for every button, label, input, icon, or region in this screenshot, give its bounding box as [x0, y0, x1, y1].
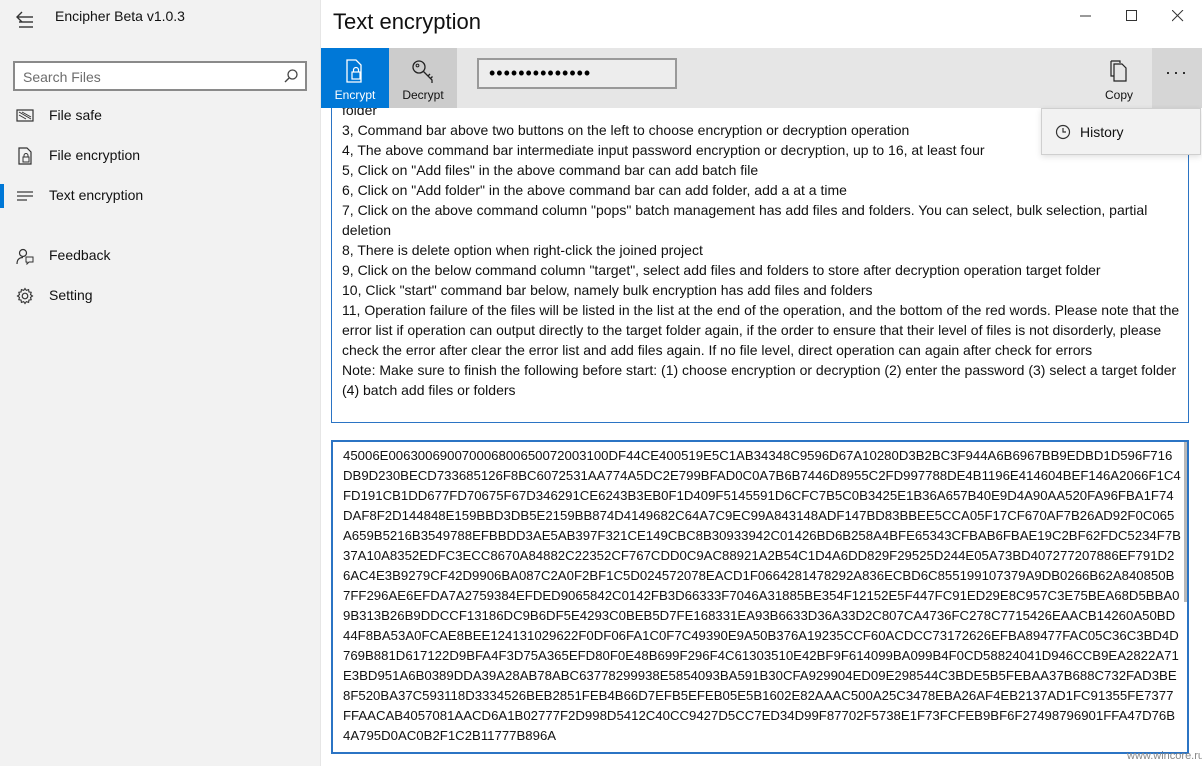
app-window: Encipher Beta v1.0.3 File safe: [0, 0, 1202, 766]
sidebar-item-label: Text encryption: [49, 187, 144, 203]
sidebar: Encipher Beta v1.0.3 File safe: [0, 0, 321, 766]
more-menu-flyout: History: [1041, 108, 1201, 155]
clock-icon: [1055, 124, 1071, 140]
sidebar-item-feedback[interactable]: Feedback: [0, 236, 321, 276]
text-line: 9, Click on the below command column "ta…: [342, 262, 1101, 278]
password-input[interactable]: [477, 58, 677, 89]
encrypt-label: Encrypt: [334, 88, 376, 102]
text-line: 7, Click on the above command column "po…: [342, 202, 1148, 238]
more-icon: ···: [1165, 62, 1189, 82]
scrollbar-thumb[interactable]: [1184, 442, 1187, 602]
decrypt-label: Decrypt: [402, 88, 444, 102]
sidebar-item-label: Feedback: [49, 247, 111, 263]
decrypt-button[interactable]: Decrypt: [389, 48, 457, 108]
maximize-icon: [1126, 10, 1137, 21]
copy-icon: [1106, 58, 1132, 84]
sidebar-item-file-safe[interactable]: File safe: [0, 96, 321, 136]
minimize-button[interactable]: [1063, 0, 1109, 32]
main-content: Text encryption Encrypt Decrypt ••••••••…: [321, 0, 1202, 766]
sidebar-item-label: Setting: [49, 287, 93, 303]
sidebar-item-file-encryption[interactable]: File encryption: [0, 136, 321, 176]
plaintext-input[interactable]: folder 3, Command bar above two buttons …: [331, 108, 1189, 423]
close-icon: [1172, 10, 1184, 22]
feedback-icon: [16, 247, 34, 266]
text-line: 6, Click on "Add folder" in the above co…: [342, 182, 847, 198]
watermark: www.wincore.ru: [1127, 750, 1202, 762]
encrypt-button[interactable]: Encrypt: [321, 48, 389, 108]
history-label: History: [1080, 124, 1124, 140]
sidebar-item-setting[interactable]: Setting: [0, 276, 321, 316]
close-button[interactable]: [1155, 0, 1201, 32]
gear-icon: [16, 287, 34, 305]
minimize-icon: [1080, 15, 1091, 17]
file-lock-icon: [16, 147, 34, 165]
safe-icon: [16, 107, 34, 125]
search-input[interactable]: [23, 67, 273, 87]
sidebar-item-label: File safe: [49, 107, 102, 123]
text-line: 11, Operation failure of the files will …: [342, 302, 1180, 358]
maximize-button[interactable]: [1109, 0, 1155, 32]
more-button[interactable]: ···: [1152, 48, 1202, 108]
text-line: 8, There is delete option when right-cli…: [342, 242, 703, 258]
text-line: 10, Click "start" command bar below, nam…: [342, 282, 873, 298]
search-box[interactable]: [13, 61, 307, 91]
sidebar-item-label: File encryption: [49, 147, 141, 163]
command-bar: Encrypt Decrypt •••••••••••••• Copy ···: [321, 48, 1202, 108]
ciphertext-content: 45006E0063006900700068006500720031​00DF4…: [343, 448, 1181, 743]
history-menu-item[interactable]: History: [1042, 109, 1200, 154]
key-icon: [410, 58, 436, 84]
app-title: Encipher Beta v1.0.3: [55, 8, 185, 24]
sidebar-item-text-encryption[interactable]: Text encryption: [0, 176, 321, 216]
lock-icon: [342, 58, 368, 84]
sidebar-titlebar: Encipher Beta v1.0.3: [0, 0, 321, 40]
scrollbar[interactable]: [1183, 442, 1187, 752]
text-lines-icon: [16, 187, 34, 205]
copy-label: Copy: [1104, 88, 1133, 102]
search-icon[interactable]: [283, 68, 299, 84]
text-line: Note: Make sure to finish the following …: [342, 362, 1177, 398]
active-indicator: [0, 184, 4, 208]
back-arrow-icon[interactable]: [14, 9, 36, 31]
ciphertext-output[interactable]: 45006E0063006900700068006500720031​00DF4…: [331, 440, 1189, 754]
copy-button[interactable]: Copy: [1088, 48, 1150, 108]
page-title: Text encryption: [333, 9, 481, 34]
text-line: 5, Click on "Add files" in the above com…: [342, 162, 759, 178]
